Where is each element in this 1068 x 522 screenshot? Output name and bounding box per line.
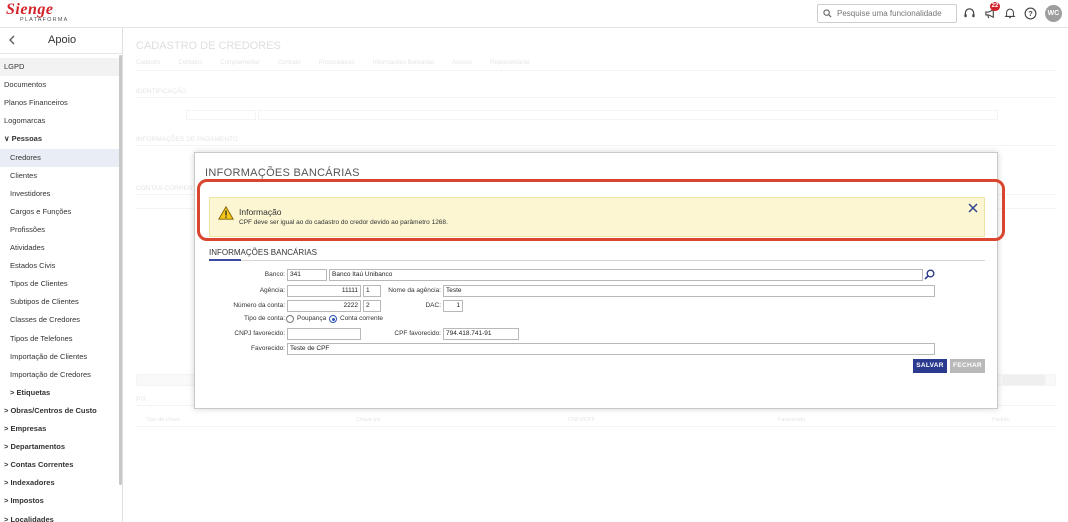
sidebar-header: Apoio [0,28,122,54]
account-number-label: Número da conta: [233,302,285,309]
sidebar-item[interactable]: Clientes [0,167,119,185]
sidebar-item[interactable]: > Localidades [0,511,119,522]
help-icon[interactable]: ? [1023,6,1037,20]
logo-text: Sienge [6,1,54,18]
sidebar-item[interactable]: Importação de Credores [0,366,119,384]
section-accent [209,259,241,261]
sidebar-item[interactable]: Atividades [0,239,119,257]
search-icon [823,9,832,18]
agency-name-field[interactable]: Teste [443,285,935,297]
sidebar-item[interactable]: > Etiquetas [0,384,119,402]
agency-label: Agência: [259,287,285,294]
close-button[interactable]: FECHAR [950,359,985,373]
sidebar-item[interactable]: Documentos [0,76,119,94]
modal-title: INFORMAÇÕES BANCÁRIAS [205,167,360,179]
agency-field[interactable]: 11111 [287,285,361,297]
payee-field[interactable]: Teste de CPF [287,343,935,355]
sidebar-item[interactable]: > Contas Correntes [0,456,119,474]
bell-icon[interactable] [1003,6,1017,20]
dac-field[interactable]: 1 [443,300,463,312]
sidebar-item[interactable]: Profissões [0,221,119,239]
sidebar-item[interactable]: > Departamentos [0,438,119,456]
sidebar-item[interactable]: > Obras/Centros de Custo [0,402,119,420]
sienge-logo[interactable]: Sienge PLATAFORMA [6,1,69,24]
search-icon[interactable] [924,269,935,282]
sidebar-item[interactable]: Credores [0,148,119,167]
avatar[interactable]: WC [1045,5,1062,22]
cnpj-field[interactable] [287,328,361,340]
bank-name-field[interactable]: Banco Itaú Unibanco [329,269,923,281]
info-alert: Informação CPF deve ser igual ao do cada… [209,197,985,237]
sidebar-item[interactable]: > Empresas [0,420,119,438]
alert-title: Informação [239,207,282,217]
sidebar-item[interactable]: Investidores [0,185,119,203]
warning-icon [218,205,234,222]
sidebar-title: Apoio [48,34,77,46]
payee-label: Favorecido: [251,345,285,352]
chevron-left-icon[interactable] [8,35,16,47]
sidebar-item[interactable]: Classes de Credores [0,311,119,329]
logo-subtitle: PLATAFORMA [20,17,69,23]
cnpj-label: CNPJ favorecido: [234,330,285,337]
sidebar-item[interactable]: ∨ Pessoas [0,130,119,148]
agency-digit-field[interactable]: 1 [363,285,381,297]
bank-code-field[interactable]: 341 [287,269,327,281]
sidebar-item[interactable]: Subtipos de Clientes [0,293,119,311]
top-bar: Sienge PLATAFORMA 22 ? WC [0,0,1068,28]
search-input[interactable] [837,9,947,18]
sidebar-item[interactable]: Planos Financeiros [0,94,119,112]
headset-icon[interactable] [962,6,976,20]
sidebar-item[interactable]: Tipos de Telefones [0,330,119,348]
sidebar: Apoio LGPD Documentos Planos Financeiros Lo… [0,28,123,522]
account-number-field[interactable]: 2222 [287,300,361,312]
form-section-title: INFORMAÇÕES BANCÁRIAS [209,248,318,257]
sidebar-item[interactable]: Estados Civis [0,257,119,275]
section-divider [209,260,985,261]
bank-label: Banco: [264,271,285,278]
sidebar-item[interactable]: > Impostos [0,492,119,510]
radio-savings-label: Poupança [297,315,327,322]
agency-name-label: Nome da agência: [388,287,441,294]
search-box[interactable] [817,4,957,23]
sidebar-item[interactable]: Cargos e Funções [0,203,119,221]
account-digit-field[interactable]: 2 [363,300,381,312]
save-button[interactable]: SALVAR [913,359,947,373]
alert-message: CPF deve ser igual ao do cadastro do cre… [239,219,448,226]
cpf-label: CPF favorecido: [394,330,441,337]
account-type-label: Tipo de conta: [244,315,285,322]
sidebar-item[interactable]: Logomarcas [0,112,119,130]
sidebar-item[interactable]: Tipos de Clientes [0,275,119,293]
sidebar-item[interactable]: Importação de Clientes [0,348,119,366]
radio-checking[interactable] [329,315,337,323]
close-icon[interactable] [968,202,978,216]
notification-badge: 22 [990,2,1000,11]
svg-text:?: ? [1028,9,1033,18]
bank-info-modal: INFORMAÇÕES BANCÁRIAS Informação CPF dev… [194,152,998,409]
radio-checking-label: Conta corrente [340,315,383,322]
cpf-field[interactable]: 794.418.741-91 [443,328,519,340]
sidebar-scrollbar[interactable] [119,55,122,485]
dac-label: DAC: [425,302,441,309]
sidebar-item[interactable]: > Indexadores [0,474,119,492]
sidebar-item[interactable]: LGPD [0,58,119,76]
radio-savings[interactable] [286,315,294,323]
